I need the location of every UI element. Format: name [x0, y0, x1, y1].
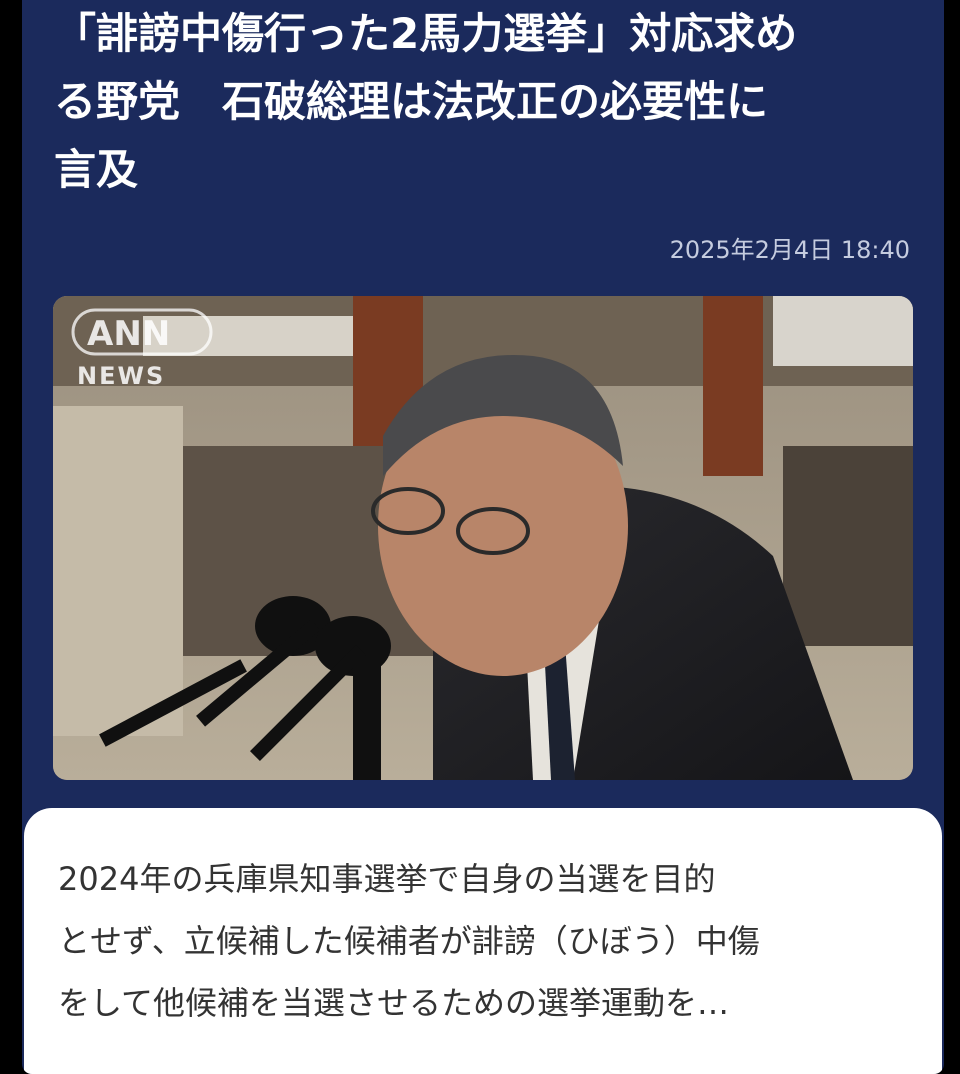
logo-news-text: NEWS [77, 362, 165, 390]
summary-line-2: とせず、立候補した候補者が誹謗（ひぼう）中傷 [58, 922, 760, 960]
news-card[interactable]: 「誹謗中傷行った2馬力選挙」対応求め る野党 石破総理は法改正の必要性に 言及 … [22, 0, 944, 1074]
article-title[interactable]: 「誹謗中傷行った2馬力選挙」対応求め る野党 石破総理は法改正の必要性に 言及 [54, 0, 924, 204]
title-line-1: 「誹謗中傷行った2馬力選挙」対応求め [54, 9, 798, 58]
logo-ann-text: ANN [87, 314, 170, 354]
article-photo[interactable]: ANN NEWS [53, 296, 913, 780]
photo-illustration: ANN NEWS [53, 296, 913, 780]
title-line-3: 言及 [54, 145, 139, 194]
summary-card[interactable]: 2024年の兵庫県知事選挙で自身の当選を目的 とせず、立候補した候補者が誹謗（ひ… [24, 808, 942, 1074]
summary-line-3: をして他候補を当選させるための選挙運動を… [58, 984, 730, 1022]
article-summary: 2024年の兵庫県知事選挙で自身の当選を目的 とせず、立候補した候補者が誹謗（ひ… [58, 848, 918, 1034]
summary-line-1: 2024年の兵庫県知事選挙で自身の当選を目的 [58, 860, 716, 898]
article-timestamp: 2025年2月4日 18:40 [669, 236, 910, 264]
title-line-2: る野党 石破総理は法改正の必要性に [54, 77, 769, 126]
